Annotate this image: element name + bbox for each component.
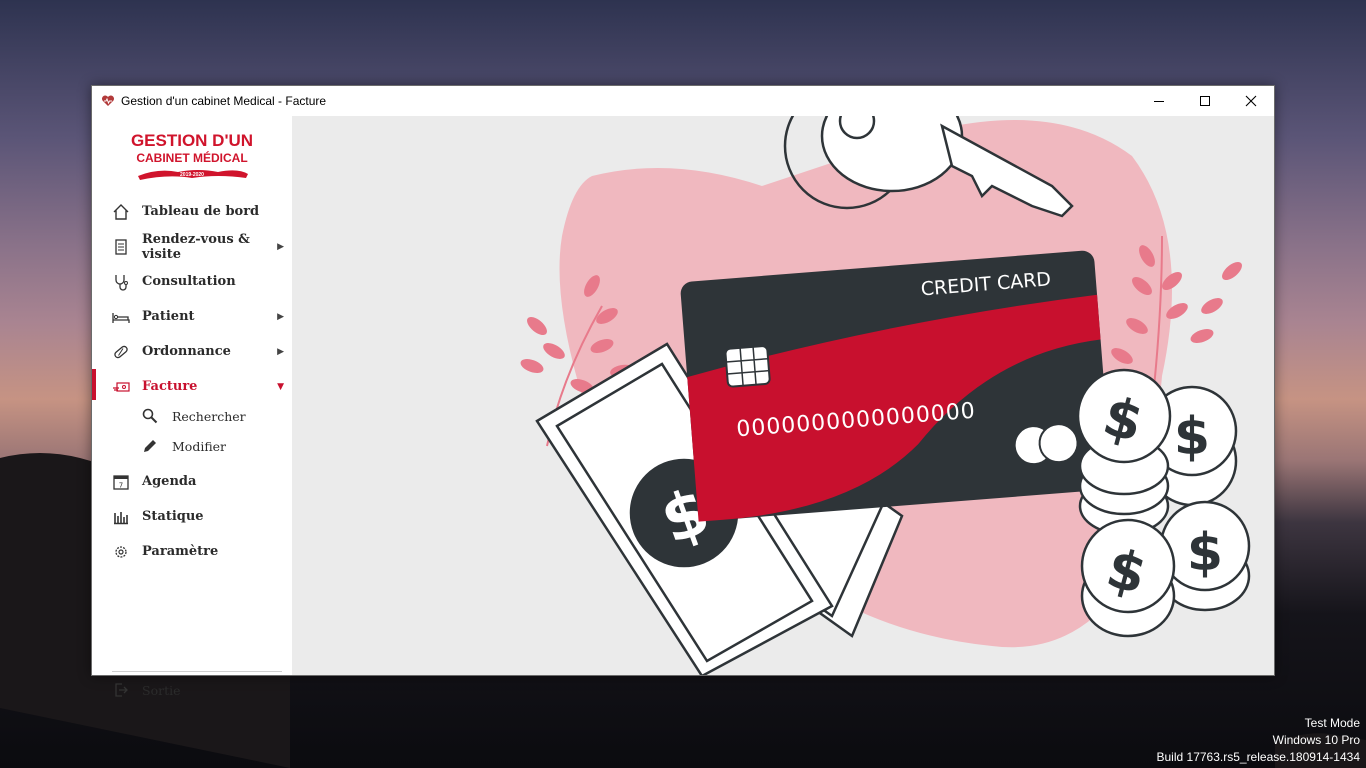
sidebar-item-tableau-de-bord[interactable]: Tableau de bord	[92, 194, 292, 229]
active-indicator	[92, 369, 96, 400]
sidebar-divider	[112, 671, 282, 672]
window-title: Gestion d'un cabinet Medical - Facture	[121, 94, 327, 108]
home-icon	[112, 203, 130, 221]
sidebar-item-consultation[interactable]: Consultation	[92, 264, 292, 299]
submenu-item-modifier[interactable]: Modifier	[92, 431, 292, 461]
sidebar-item-parametre[interactable]: Paramètre	[92, 534, 292, 569]
sidebar-item-patient[interactable]: Patient ▶	[92, 299, 292, 334]
stethoscope-icon	[112, 273, 130, 291]
pill-icon	[112, 343, 130, 361]
app-logo: GESTION D'UN CABINET MÉDICAL 2019-2020	[131, 131, 253, 180]
main-content: $ CREDIT CARD 0000000000000000 $ $ $ $	[292, 116, 1274, 675]
svg-text:$: $	[1187, 523, 1223, 583]
gear-icon	[112, 543, 130, 561]
submenu-arrow: ▶	[277, 241, 284, 252]
coins-illustration: $ $ $ $	[1076, 368, 1251, 638]
svg-text:GESTION D'UN: GESTION D'UN	[131, 131, 253, 150]
app-heart-icon	[101, 95, 115, 106]
svg-text:CABINET MÉDICAL: CABINET MÉDICAL	[136, 150, 247, 165]
svg-text:2019-2020: 2019-2020	[180, 172, 204, 178]
minimize-icon	[1154, 101, 1164, 102]
sidebar-item-agenda[interactable]: 7 Agenda	[92, 464, 292, 499]
title-bar: Gestion d'un cabinet Medical - Facture	[92, 86, 1274, 116]
search-icon	[142, 408, 158, 424]
os-watermark: Test Mode Windows 10 Pro Build 17763.rs5…	[1156, 716, 1361, 764]
maximize-button[interactable]	[1182, 86, 1228, 116]
bar-chart-icon	[112, 508, 130, 526]
sidebar-item-facture[interactable]: Facture ▼	[92, 369, 292, 404]
exit-icon	[113, 682, 129, 698]
calendar-icon: 7	[112, 473, 130, 491]
submenu-item-rechercher[interactable]: Rechercher	[92, 401, 292, 431]
document-icon	[112, 238, 130, 256]
payment-illustration: $ CREDIT CARD 0000000000000000 $ $ $ $	[520, 116, 1251, 675]
minimize-button[interactable]	[1136, 86, 1182, 116]
sidebar-item-rendez-vous[interactable]: Rendez-vous & visite ▶	[92, 229, 292, 264]
close-button[interactable]	[1228, 86, 1274, 116]
sidebar-item-ordonnance[interactable]: Ordonnance ▶	[92, 334, 292, 369]
app-window: Gestion d'un cabinet Medical - Facture G…	[91, 85, 1275, 698]
submenu-arrow: ▶	[277, 346, 284, 357]
svg-text:7: 7	[119, 481, 123, 489]
pencil-icon	[142, 438, 158, 454]
sidebar: GESTION D'UN CABINET MÉDICAL 2019-2020 T…	[92, 116, 292, 698]
maximize-icon	[1200, 96, 1210, 106]
credit-card-illustration: CREDIT CARD 0000000000000000	[680, 250, 1112, 522]
submenu-arrow: ▶	[277, 311, 284, 322]
window-controls	[1136, 86, 1274, 116]
sidebar-item-statique[interactable]: Statique	[92, 499, 292, 534]
close-icon	[1245, 95, 1257, 107]
exit-button[interactable]: Sortie	[92, 676, 292, 706]
svg-text:$: $	[1174, 407, 1210, 467]
submenu-arrow: ▼	[277, 381, 284, 392]
payment-icon	[112, 378, 130, 396]
bed-icon	[112, 308, 130, 326]
